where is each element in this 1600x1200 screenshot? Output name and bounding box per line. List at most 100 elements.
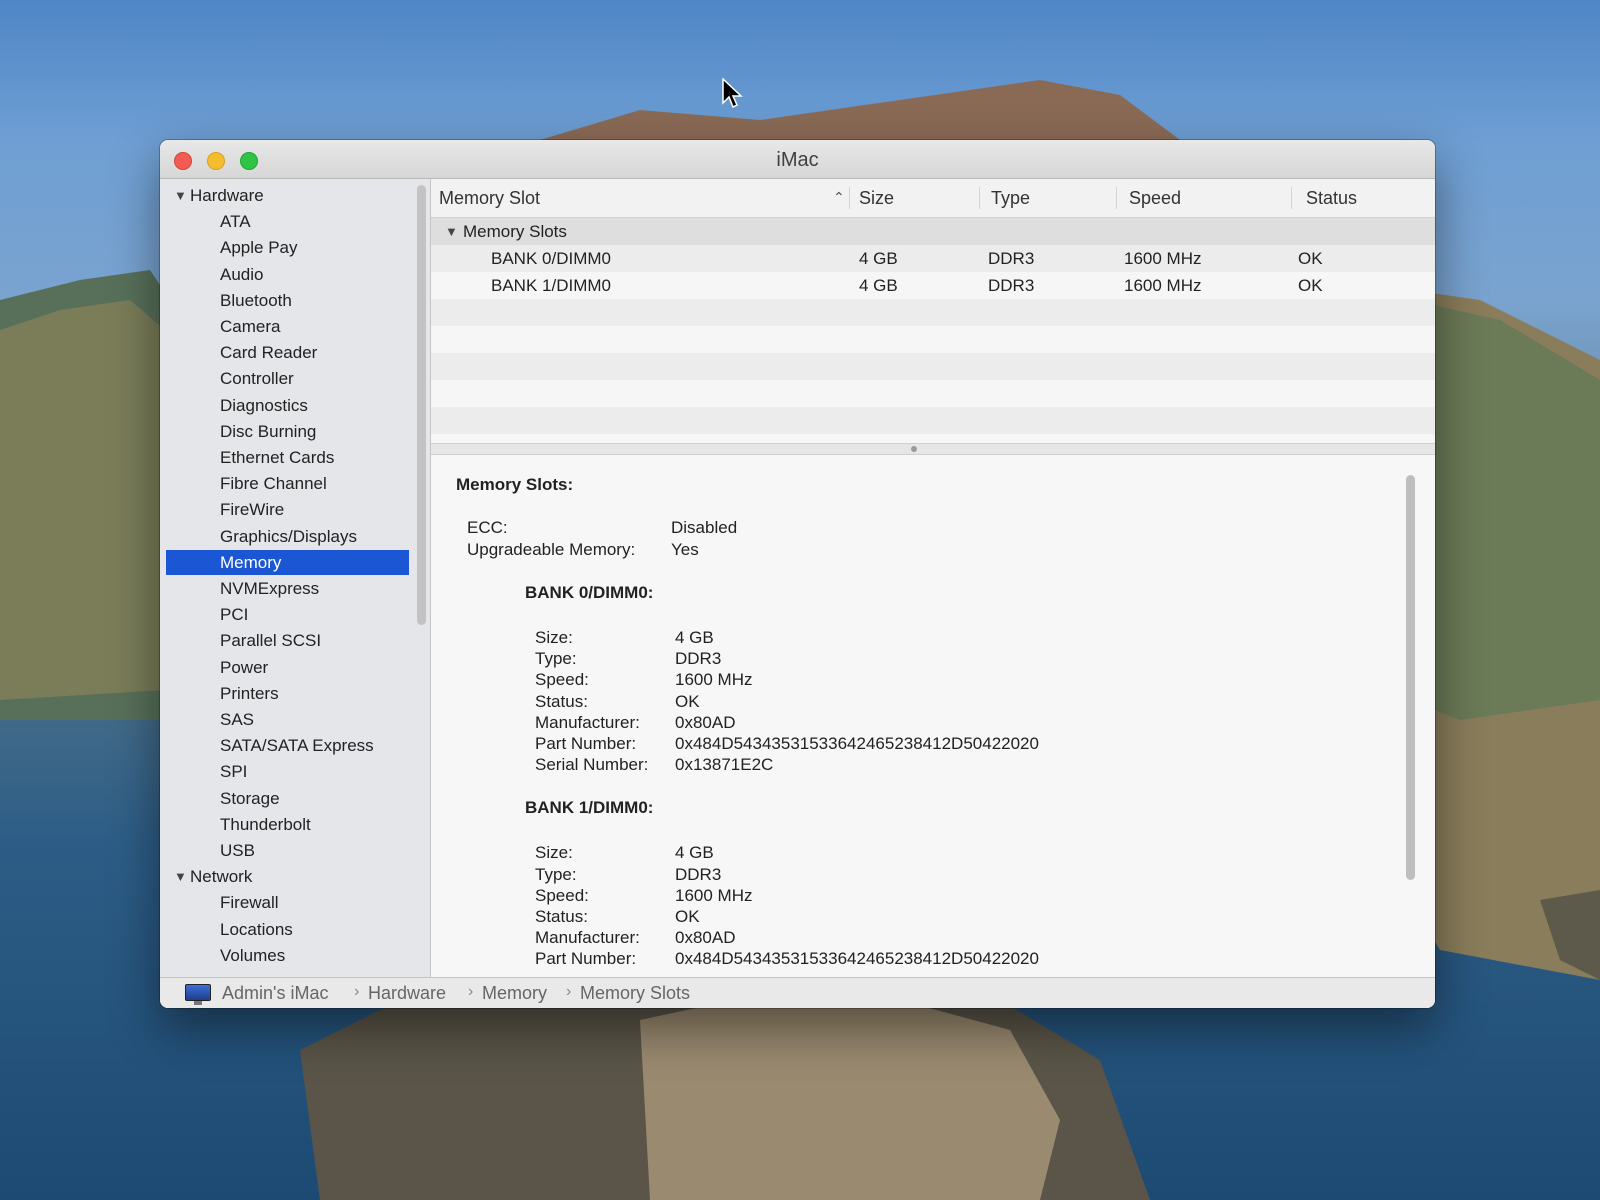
- sidebar-item-network[interactable]: ▼ Network: [160, 864, 415, 889]
- breadcrumb-item[interactable]: Admin's iMac: [222, 983, 328, 1004]
- detail-field-value: 0x484D54343531533642465238412D50422020: [675, 949, 1039, 969]
- sidebar-item-label: Card Reader: [220, 343, 318, 363]
- sidebar-item-label: Controller: [220, 369, 294, 389]
- sidebar-item-thunderbolt[interactable]: Thunderbolt: [160, 812, 415, 837]
- sidebar: ▼ Hardware ATA Apple Pay Audio Bluetooth Camer…: [160, 179, 431, 978]
- breadcrumb-item[interactable]: Hardware: [368, 983, 446, 1004]
- window-title: iMac: [776, 149, 819, 171]
- sidebar-item-bluetooth[interactable]: Bluetooth: [160, 288, 415, 313]
- column-divider[interactable]: [849, 187, 850, 209]
- sidebar-item-ethernet-cards[interactable]: Ethernet Cards: [160, 445, 415, 470]
- sidebar-item-label: Hardware: [190, 186, 264, 205]
- group-label: Memory Slots: [463, 222, 567, 241]
- title-bar[interactable]: iMac: [160, 140, 1435, 179]
- detail-field-value: 0x80AD: [675, 928, 736, 948]
- disclosure-triangle-icon[interactable]: ▼: [174, 183, 187, 208]
- split-view-divider[interactable]: [431, 443, 1435, 455]
- sidebar-item-label: PCI: [220, 605, 249, 625]
- sidebar-item-label: Volumes: [220, 945, 286, 965]
- table-cell-speed: 1600 MHz: [1124, 276, 1202, 295]
- sidebar-item-power[interactable]: Power: [160, 655, 415, 680]
- sidebar-item-label: Fibre Channel: [220, 474, 327, 494]
- sidebar-item-sas[interactable]: SAS: [160, 707, 415, 732]
- column-divider[interactable]: [1116, 187, 1117, 209]
- table-cell-slot: BANK 1/DIMM0: [491, 276, 611, 295]
- table-group-row[interactable]: ▼ Memory Slots: [431, 218, 1435, 245]
- column-header-memory-slot[interactable]: Memory Slot: [439, 188, 540, 209]
- sidebar-item-volumes[interactable]: Volumes: [160, 943, 415, 968]
- disclosure-triangle-icon[interactable]: ▼: [445, 224, 458, 239]
- table-cell-slot: BANK 0/DIMM0: [491, 249, 611, 268]
- sidebar-scrollbar[interactable]: [417, 185, 426, 625]
- table-cell-size: 4 GB: [859, 249, 898, 268]
- sidebar-item-label: FireWire: [220, 500, 285, 520]
- sidebar-item-firewall[interactable]: Firewall: [160, 890, 415, 915]
- column-divider[interactable]: [1291, 187, 1292, 209]
- detail-field-label: Part Number:: [535, 734, 637, 753]
- sidebar-item-fibre-channel[interactable]: Fibre Channel: [160, 471, 415, 496]
- column-header-type[interactable]: Type: [991, 188, 1030, 209]
- detail-field-label: Size:: [535, 628, 573, 647]
- sidebar-item-ata[interactable]: ATA: [160, 209, 415, 234]
- detail-field-label: Manufacturer:: [535, 712, 640, 732]
- sidebar-item-label: NVMExpress: [220, 579, 320, 598]
- sidebar-item-label: Diagnostics: [220, 395, 308, 415]
- disclosure-triangle-icon[interactable]: ▼: [174, 864, 187, 889]
- table-row[interactable]: BANK 1/DIMM0 4 GB DDR3 1600 MHz OK: [431, 272, 1435, 299]
- sidebar-item-spi[interactable]: SPI: [160, 759, 415, 784]
- detail-field-value: Yes: [671, 540, 699, 559]
- sidebar-item-disc-burning[interactable]: Disc Burning: [160, 419, 415, 444]
- breadcrumb-item[interactable]: Memory Slots: [580, 983, 690, 1004]
- detail-field-label: Speed:: [535, 885, 589, 905]
- column-header-speed[interactable]: Speed: [1129, 188, 1181, 209]
- table-cell-type: DDR3: [988, 249, 1035, 268]
- chevron-right-icon: ›: [468, 983, 474, 1000]
- column-header-status[interactable]: Status: [1306, 188, 1357, 209]
- bank-title: BANK 1/DIMM0:: [525, 798, 654, 818]
- detail-field-label: Status:: [535, 691, 588, 711]
- sidebar-item-graphics-displays[interactable]: Graphics/Displays: [160, 524, 415, 549]
- sidebar-item-card-reader[interactable]: Card Reader: [160, 340, 415, 365]
- detail-field-label: ECC:: [467, 518, 508, 537]
- sidebar-item-usb[interactable]: USB: [160, 838, 415, 863]
- sidebar-item-pci[interactable]: PCI: [160, 602, 415, 627]
- sidebar-item-hardware[interactable]: ▼ Hardware: [160, 183, 415, 208]
- sidebar-item-diagnostics[interactable]: Diagnostics: [160, 393, 415, 418]
- sidebar-item-storage[interactable]: Storage: [160, 786, 415, 811]
- sidebar-item-label: ATA: [220, 212, 251, 232]
- sidebar-item-locations[interactable]: Locations: [160, 917, 415, 942]
- detail-field-value: 0x484D54343531533642465238412D50422020: [675, 734, 1039, 753]
- sidebar-item-label: Locations: [220, 919, 293, 939]
- sidebar-item-memory[interactable]: Memory: [166, 549, 409, 575]
- column-divider[interactable]: [979, 187, 980, 209]
- detail-field-label: Upgradeable Memory:: [467, 540, 636, 559]
- table-cell-status: OK: [1298, 276, 1323, 295]
- chevron-right-icon: ›: [566, 983, 572, 1000]
- sidebar-item-camera[interactable]: Camera: [160, 314, 415, 339]
- sidebar-item-label: Camera: [220, 317, 281, 336]
- sidebar-item-label: SAS: [220, 710, 255, 729]
- sidebar-item-firewire[interactable]: FireWire: [160, 497, 415, 522]
- column-header-size[interactable]: Size: [859, 188, 894, 209]
- sidebar-item-printers[interactable]: Printers: [160, 681, 415, 706]
- sidebar-item-parallel-scsi[interactable]: Parallel SCSI: [160, 628, 415, 653]
- detail-pane: Memory Slots: ECC: Disabled Upgradeable Mem…: [431, 455, 1435, 978]
- splitter-handle-icon[interactable]: [911, 446, 917, 452]
- sort-ascending-icon[interactable]: ⌃: [833, 189, 845, 206]
- sidebar-item-audio[interactable]: Audio: [160, 262, 415, 287]
- detail-field-value: 1600 MHz: [675, 670, 753, 690]
- sidebar-item-apple-pay[interactable]: Apple Pay: [160, 235, 415, 260]
- sidebar-item-label: Bluetooth: [220, 290, 292, 310]
- table-row[interactable]: BANK 0/DIMM0 4 GB DDR3 1600 MHz OK: [431, 245, 1435, 272]
- detail-field-value: OK: [675, 907, 700, 926]
- sidebar-item-sata-sata-express[interactable]: SATA/SATA Express: [160, 733, 415, 758]
- sidebar-item-nvmexpress[interactable]: NVMExpress: [160, 576, 415, 601]
- sidebar-item-controller[interactable]: Controller: [160, 366, 415, 391]
- detail-field-label: Status:: [535, 907, 588, 926]
- detail-scrollbar[interactable]: [1406, 475, 1415, 880]
- breadcrumb-item[interactable]: Memory: [482, 983, 547, 1004]
- sidebar-item-label: Ethernet Cards: [220, 448, 335, 467]
- detail-field-value: DDR3: [675, 649, 722, 669]
- detail-field-label: Type:: [535, 649, 577, 669]
- detail-field-label: Type:: [535, 864, 577, 884]
